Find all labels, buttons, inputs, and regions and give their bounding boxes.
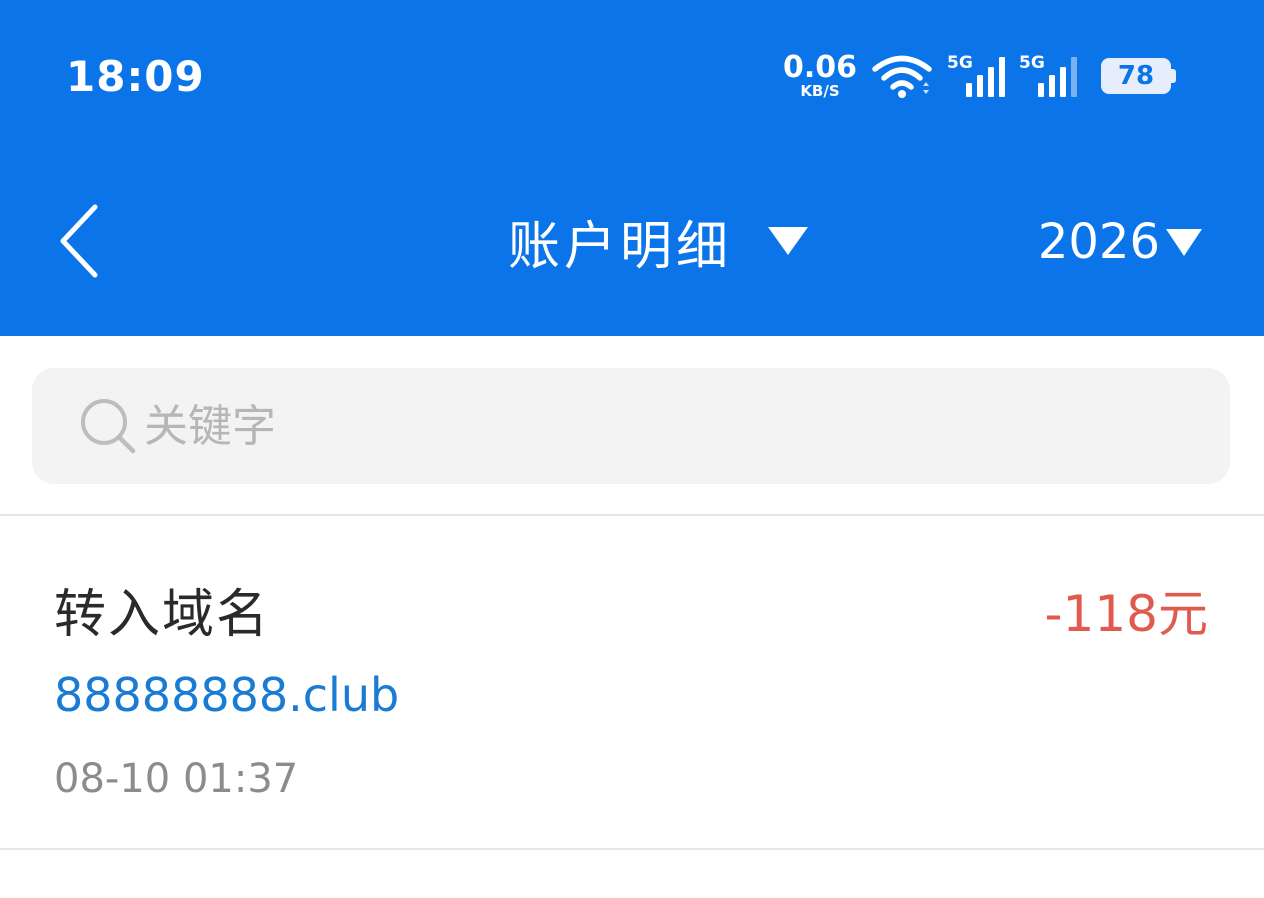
year-value: 2026: [1037, 214, 1160, 270]
battery-level: 78: [1101, 58, 1171, 94]
signal-bars-icon: [966, 57, 1005, 97]
search-icon: [81, 399, 136, 454]
battery-icon: 78: [1101, 58, 1176, 94]
page-title: 账户明细: [508, 216, 733, 277]
record-timestamp: 08-10 01:37: [54, 756, 299, 802]
app-header: 18:09 0.06 KB/S 5G 5G 78 账户明细 2026: [0, 0, 1264, 336]
record-title: 转入域名: [54, 585, 271, 645]
network-speed-value: 0.06: [782, 50, 857, 85]
back-button[interactable]: [44, 198, 114, 284]
search-input[interactable]: [144, 400, 1144, 452]
status-icons: 0.06 KB/S 5G 5G 78: [783, 50, 1176, 102]
dropdown-triangle-icon: [1166, 229, 1202, 256]
search-box[interactable]: [32, 368, 1230, 484]
chevron-left-icon: [60, 204, 98, 278]
year-selector[interactable]: 2026: [1038, 210, 1204, 274]
record-domain-link[interactable]: 88888888.club: [54, 668, 399, 722]
signal-bars-icon: [1038, 57, 1077, 97]
sim1-signal: 5G: [947, 51, 1005, 101]
dropdown-triangle-icon: [768, 227, 809, 255]
record-amount: -118元: [1044, 585, 1208, 643]
network-speed: 0.06 KB/S: [783, 53, 857, 99]
account-type-dropdown[interactable]: 账户明细: [508, 206, 810, 277]
wifi-icon: [872, 55, 932, 98]
network-speed-unit: KB/S: [800, 82, 840, 100]
status-time: 18:09: [66, 52, 205, 101]
search-section: [0, 336, 1264, 516]
list-item[interactable]: 转入域名 -118元 88888888.club 08-10 01:37: [0, 518, 1264, 850]
sim2-signal: 5G: [1019, 51, 1077, 101]
